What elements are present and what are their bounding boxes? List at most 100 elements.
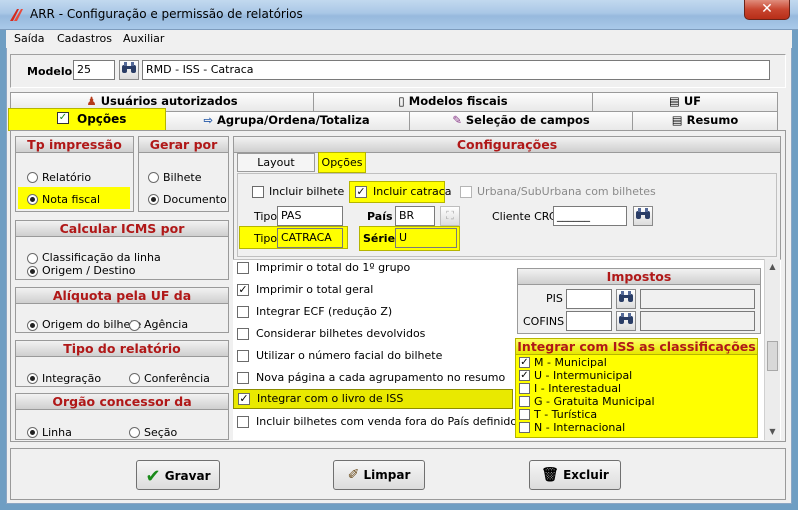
iss-title: Integrar com ISS as classificações: [515, 338, 758, 355]
radio-bilhete-label: Bilhete: [163, 171, 202, 184]
option-label: Incluir bilhetes com venda fora do País …: [256, 415, 518, 428]
radio-origem-destino-label: Origem / Destino: [42, 264, 136, 277]
iss-checkbox[interactable]: ✓: [519, 357, 530, 368]
checkbox-incluir-bilhete[interactable]: [252, 186, 264, 198]
tab-usuarios-label: Usuários autorizados: [100, 94, 238, 108]
radio-relatorio[interactable]: [27, 172, 38, 183]
document-icon: ▤: [668, 94, 680, 108]
option-checkbox[interactable]: [237, 372, 249, 384]
options-scrollbar[interactable]: ▲ ▼: [764, 259, 780, 440]
option-label: Imprimir o total geral: [256, 283, 374, 296]
cofins-input[interactable]: [566, 311, 612, 331]
tab-modelos-fiscais[interactable]: ▯ Modelos fiscais: [313, 92, 593, 111]
tab-opcoes[interactable]: ✓ Opções: [8, 108, 166, 131]
tab-agrupa-label: Agrupa/Ordena/Totaliza: [217, 113, 370, 127]
binoculars-icon[interactable]: ⛶: [440, 206, 460, 226]
impostos-title: Impostos: [517, 268, 761, 285]
radio-integracao-label: Integração: [42, 372, 102, 385]
radio-agencia[interactable]: [129, 320, 140, 331]
incluir-bilhete-label: Incluir bilhete: [269, 185, 345, 198]
radio-origem-bilhete-label: Origem do bilhete: [42, 318, 142, 331]
menu-auxiliar[interactable]: Auxiliar: [123, 32, 164, 45]
radio-secao-label: Seção: [144, 426, 178, 439]
binoculars-icon[interactable]: [119, 60, 139, 80]
tp-impressao-title: Tp impressão: [15, 136, 134, 153]
radio-classificacao-linha[interactable]: [27, 253, 38, 264]
iss-item-label: I - Interestadual: [534, 382, 622, 395]
modelo-description-input[interactable]: RMD - ISS - Catraca: [142, 60, 770, 80]
cofins-label: COFINS: [523, 315, 565, 328]
option-checkbox[interactable]: [237, 306, 249, 318]
option-row-integrar-iss[interactable]: ✓ Integrar com o livro de ISS: [233, 389, 513, 409]
option-checkbox[interactable]: [237, 350, 249, 362]
option-checkbox[interactable]: ✓: [237, 284, 249, 296]
option-checkbox[interactable]: ✓: [238, 393, 250, 405]
tab-modelos-label: Modelos fiscais: [408, 94, 508, 108]
radio-agencia-label: Agência: [144, 318, 189, 331]
option-checkbox[interactable]: [237, 416, 249, 428]
close-button[interactable]: ✕: [744, 0, 790, 20]
tab-agrupa[interactable]: ⇨ Agrupa/Ordena/Totaliza: [163, 111, 410, 130]
binoculars-icon[interactable]: [633, 206, 653, 226]
urbana-suburbana-label: Urbana/SubUrbana com bilhetes: [477, 185, 656, 198]
subtab-opcoes[interactable]: Opções: [318, 152, 366, 173]
cofins-description-input: [640, 311, 755, 331]
arrow-icon: ⇨: [203, 113, 213, 127]
aliquota-title: Alíquota pela UF da: [15, 287, 229, 304]
checkbox-urbana-suburbana[interactable]: [460, 186, 472, 198]
iss-checkbox[interactable]: [519, 422, 530, 433]
option-label: Integrar com o livro de ISS: [257, 392, 404, 405]
option-label: Integrar ECF (redução Z): [256, 305, 393, 318]
iss-checkbox[interactable]: [519, 409, 530, 420]
pais-input[interactable]: BR: [395, 206, 435, 226]
pis-input[interactable]: [566, 289, 612, 309]
iss-checkbox[interactable]: [519, 383, 530, 394]
radio-linha-label: Linha: [42, 426, 72, 439]
tab-uf[interactable]: ▤ UF: [592, 92, 778, 111]
pencil-icon: ✎: [452, 113, 462, 127]
checkbox-incluir-catraca[interactable]: ✓: [355, 186, 367, 198]
iss-checkbox[interactable]: [519, 396, 530, 407]
menu-cadastros[interactable]: Cadastros: [57, 32, 112, 45]
radio-documento[interactable]: [148, 194, 159, 205]
modelo-code-input[interactable]: 25: [73, 60, 115, 80]
serie-input[interactable]: U: [395, 228, 457, 248]
scroll-down-icon[interactable]: ▼: [765, 424, 780, 439]
iss-list: ✓ M - Municipal ✓ U - Intermunicipal I - I…: [517, 356, 756, 436]
radio-nota-fiscal[interactable]: [27, 194, 38, 205]
iss-checkbox[interactable]: ✓: [519, 370, 530, 381]
tipo-catraca-input[interactable]: CATRACA: [277, 228, 343, 248]
option-label: Imprimir o total do 1º grupo: [256, 261, 411, 274]
tab-resumo[interactable]: ▤ Resumo: [632, 111, 778, 130]
menu-saida[interactable]: Saída: [14, 32, 45, 45]
cliente-crc-label: Cliente CRC: [492, 210, 557, 223]
cliente-crc-input[interactable]: ______: [553, 206, 627, 226]
limpar-button[interactable]: ✐ Limpar: [333, 460, 425, 490]
radio-integracao[interactable]: [27, 373, 38, 384]
tab-selecao-campos[interactable]: ✎ Seleção de campos: [409, 111, 633, 130]
tipo-label: Tipo: [254, 232, 278, 245]
scroll-up-icon[interactable]: ▲: [765, 259, 780, 274]
radio-documento-label: Documento: [163, 193, 227, 206]
document-icon: ▯: [398, 94, 405, 108]
radio-linha[interactable]: [27, 427, 38, 438]
gravar-button[interactable]: ✔ Gravar: [136, 460, 220, 490]
radio-secao[interactable]: [129, 427, 140, 438]
binoculars-icon[interactable]: [616, 289, 636, 309]
scroll-thumb[interactable]: [767, 341, 778, 371]
option-checkbox[interactable]: [237, 328, 249, 340]
gravar-label: Gravar: [164, 469, 211, 483]
app-logo-icon: [10, 9, 23, 21]
radio-bilhete[interactable]: [148, 172, 159, 183]
binoculars-icon[interactable]: [616, 311, 636, 331]
option-label: Utilizar o número facial do bilhete: [256, 349, 443, 362]
tipo-input[interactable]: PAS: [277, 206, 343, 226]
radio-origem-bilhete[interactable]: [27, 320, 38, 331]
radio-origem-destino[interactable]: [27, 266, 38, 277]
orgao-title: Orgão concessor da: [15, 393, 229, 410]
radio-conferencia[interactable]: [129, 373, 140, 384]
option-checkbox[interactable]: [237, 262, 249, 274]
subtab-layout-pagina[interactable]: Layout pagina: [237, 153, 315, 186]
excluir-button[interactable]: 🗑 Excluir: [529, 460, 621, 490]
limpar-label: Limpar: [363, 468, 411, 482]
